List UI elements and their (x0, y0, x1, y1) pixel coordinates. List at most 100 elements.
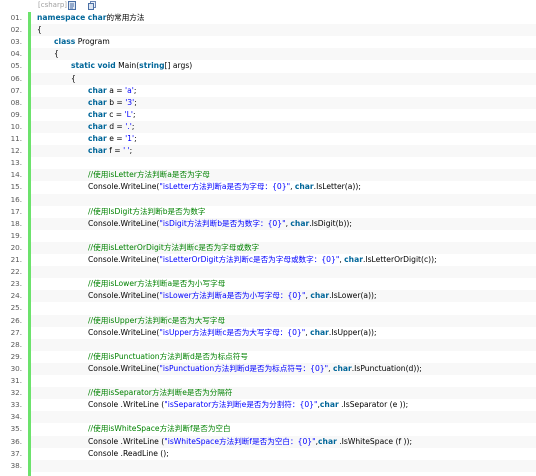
code-token: ; (134, 134, 137, 143)
keyword-token: string (139, 61, 165, 71)
line-number: 04. (10, 49, 22, 59)
code-line: 25. (11, 302, 536, 314)
code-token: .IsLetter(a)); (313, 182, 361, 192)
code-token: .IsSeparator (e )); (338, 400, 409, 410)
code-line: 26. //使用isUpper方法判断c是否为大写字母 (11, 314, 536, 327)
line-number: 26. (10, 315, 22, 325)
code-line: 20. //使用isLetterOrDigit方法判断c是否为字母或数字 (11, 241, 536, 254)
code-line: 16. (11, 193, 536, 206)
code-token: Console.WriteLine( (88, 182, 160, 192)
code-line: 37. Console .ReadLine (); (11, 448, 536, 460)
code-line: 07. char a = 'a'; (11, 85, 536, 97)
line-number: 12. (10, 146, 22, 156)
code-line: 21. Console.WriteLine("isLetterOrDigit方法判… (11, 254, 536, 266)
code-token: ; (133, 85, 137, 95)
string-token: '3' (125, 97, 135, 107)
keyword-token: char (290, 218, 310, 228)
code-text: char f = ' '; (88, 145, 132, 157)
line-number: 25. (10, 303, 22, 313)
code-token: Console.WriteLine( (88, 255, 160, 264)
code-token: ; (132, 109, 136, 119)
string-token: ' ' (123, 146, 130, 156)
code-token: c = (106, 109, 125, 119)
string-token: 'a' (125, 85, 134, 95)
string-token: "isSeparator方法判断e是否为分割符：{0}" (164, 400, 318, 410)
code-text: namespace char的常用方法 (37, 12, 145, 24)
code-line: 12. char f = ' '; (11, 145, 536, 158)
code-token: Console.WriteLine( (88, 327, 160, 337)
language-label: [csharp] (38, 1, 68, 9)
string-token: "isLower方法判断a是否为小写字母：{0}" (159, 291, 306, 301)
code-text: Console.WriteLine("isLower方法判断a是否为小写字母：{… (88, 290, 377, 302)
line-number: 31. (10, 376, 22, 385)
code-line: 01. namespace char的常用方法 (11, 12, 536, 24)
code-token: Console.WriteLine( (88, 218, 160, 228)
line-number: 23. (10, 279, 22, 289)
code-token: f = (106, 146, 124, 156)
code-line: 33. Console .WriteLine ("isSeparator方法判断e… (11, 399, 536, 411)
code-text: //使用isLetter方法判断a是否为字母 (88, 169, 210, 181)
code-line: 32. //使用isSeparator方法判断e是否为分隔符 (11, 387, 536, 400)
string-token: '1' (125, 134, 135, 143)
code-token: .IsUpper(a)); (328, 327, 377, 337)
line-number: 21. (10, 255, 22, 264)
code-line: 19. (11, 230, 536, 242)
string-token: "isUpper方法判断c是否为大写字母：{0}" (159, 327, 306, 337)
code-token: Program (75, 37, 110, 47)
code-line: 38. (11, 459, 536, 472)
line-number: 16. (10, 194, 22, 204)
line-number: 37. (10, 448, 22, 458)
keyword-token: char (88, 121, 107, 131)
comment-token: //使用isPunctuation方法判断d是否为标点符号 (88, 351, 248, 361)
code-text: { (37, 24, 42, 36)
code-token: Console.WriteLine( (88, 291, 160, 301)
line-number: 10. (10, 121, 22, 131)
keyword-token: char (88, 134, 107, 143)
code-line: 03. class Program (11, 36, 536, 48)
code-token: d = (106, 121, 126, 131)
comment-token: //使用isUpper方法判断c是否为大写字母 (88, 315, 226, 325)
comment-token: //使用isLetter方法判断a是否为字母 (88, 170, 210, 180)
keyword-token: void (97, 61, 116, 71)
keyword-token: char (319, 400, 339, 410)
code-line: 23. //使用isLower方法判断a是否为小写字母 (11, 278, 536, 290)
line-number: 20. (10, 242, 22, 252)
line-number: 11. (10, 134, 22, 143)
copy-icon[interactable] (88, 1, 96, 10)
code-text: Console.WriteLine("isDigit方法判断b是否为数字：{0}… (88, 218, 352, 230)
keyword-token: namespace (37, 13, 86, 22)
keyword-token: char (344, 255, 363, 264)
string-token: '.' (125, 121, 132, 131)
code-line: 28. (11, 338, 536, 351)
code-text: Console .WriteLine ("isWhiteSpace方法判断f是否… (88, 436, 412, 448)
comment-token: //使用isWhiteSpace方法判断f是否为空白 (88, 424, 231, 434)
line-number: 19. (10, 230, 22, 240)
string-token: 'L' (124, 109, 133, 119)
code-token: .IsLetterOrDigit(c)); (362, 255, 437, 264)
code-text: Console .ReadLine (); (88, 448, 169, 460)
code-token: Console .ReadLine (); (88, 448, 169, 458)
line-number: 38. (10, 460, 22, 470)
code-text: class Program (54, 36, 110, 48)
code-text: { (54, 48, 59, 60)
keyword-token: static (71, 61, 96, 71)
code-text: Console.WriteLine("isPunctuation方法判断d是否为… (88, 363, 422, 375)
code-text: //使用isLower方法判断a是否为小写字母 (88, 278, 225, 290)
keyword-token: char (310, 327, 329, 337)
line-number: 36. (10, 436, 22, 446)
code-line: 22. (11, 266, 536, 279)
code-line: 35. //使用isWhiteSpace方法判断f是否为空白 (11, 423, 536, 435)
line-number: 07. (10, 85, 22, 95)
code-token: .IsDigit(b)); (309, 218, 352, 228)
view-source-icon[interactable] (68, 1, 76, 10)
code-token: ; (134, 97, 137, 107)
code-line: 05. static void Main(string[] args) (11, 60, 536, 72)
code-body: 01. namespace char的常用方法 02.{03. class Progr… (11, 12, 536, 476)
code-token: { (71, 73, 76, 83)
code-text: Console.WriteLine("isLetter方法判断a是否为字母：{0… (88, 181, 361, 193)
line-number: 32. (10, 388, 22, 398)
keyword-token: char (88, 146, 107, 156)
code-token: ; (131, 121, 135, 131)
line-number: 01. (10, 13, 22, 22)
code-text: //使用isWhiteSpace方法判断f是否为空白 (88, 423, 231, 435)
